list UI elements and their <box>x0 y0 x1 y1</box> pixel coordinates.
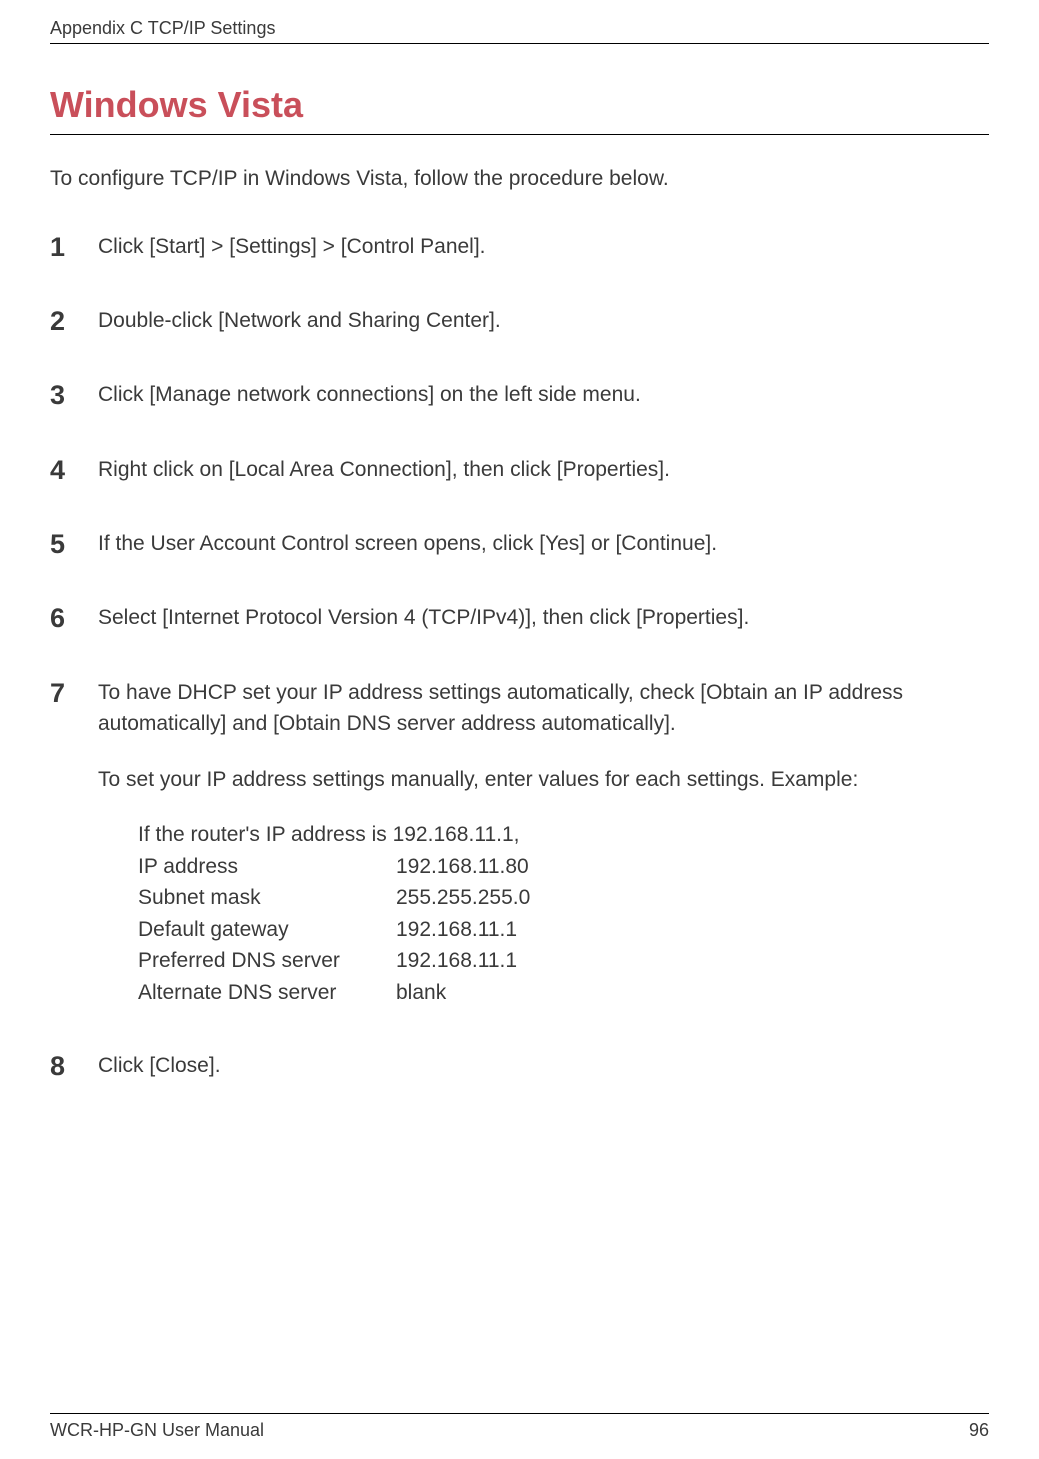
example-row: Subnet mask 255.255.255.0 <box>138 882 989 914</box>
example-row: Preferred DNS server 192.168.11.1 <box>138 945 989 977</box>
step-item: 6 Select [Internet Protocol Version 4 (T… <box>50 602 989 634</box>
example-label: IP address <box>138 851 396 883</box>
page-footer: WCR-HP-GN User Manual 96 <box>50 1413 989 1441</box>
example-block: If the router's IP address is 192.168.11… <box>138 819 989 1008</box>
example-label: Default gateway <box>138 914 396 946</box>
step-text: Click [Manage network connections] on th… <box>98 379 989 411</box>
step-number: 2 <box>50 305 98 337</box>
step-item: 1 Click [Start] > [Settings] > [Control … <box>50 231 989 263</box>
example-value: blank <box>396 977 446 1009</box>
step-item-7: 7 To have DHCP set your IP address setti… <box>50 677 989 1009</box>
step-number: 3 <box>50 379 98 411</box>
example-value: 192.168.11.1 <box>396 914 517 946</box>
step-item-8: 8 Click [Close]. <box>50 1050 989 1082</box>
step-text: Right click on [Local Area Connection], … <box>98 454 989 486</box>
example-intro: If the router's IP address is 192.168.11… <box>138 819 989 851</box>
step-text: If the User Account Control screen opens… <box>98 528 989 560</box>
example-row: Alternate DNS server blank <box>138 977 989 1009</box>
step-item: 5 If the User Account Control screen ope… <box>50 528 989 560</box>
step-text: Select [Internet Protocol Version 4 (TCP… <box>98 602 989 634</box>
intro-text: To configure TCP/IP in Windows Vista, fo… <box>50 163 989 195</box>
example-label: Preferred DNS server <box>138 945 396 977</box>
step7-para2: To set your IP address settings manually… <box>98 764 989 796</box>
step-text: Double-click [Network and Sharing Center… <box>98 305 989 337</box>
footer-left: WCR-HP-GN User Manual <box>50 1420 264 1441</box>
step-text: Click [Start] > [Settings] > [Control Pa… <box>98 231 989 263</box>
step-number: 8 <box>50 1050 98 1082</box>
step-body: To have DHCP set your IP address setting… <box>98 677 989 1009</box>
example-value: 192.168.11.80 <box>396 851 529 883</box>
step-number: 4 <box>50 454 98 486</box>
example-label: Alternate DNS server <box>138 977 396 1009</box>
step-item: 4 Right click on [Local Area Connection]… <box>50 454 989 486</box>
example-value: 192.168.11.1 <box>396 945 517 977</box>
step-number: 5 <box>50 528 98 560</box>
page-title: Windows Vista <box>50 84 989 135</box>
step-item: 3 Click [Manage network connections] on … <box>50 379 989 411</box>
footer-page-number: 96 <box>969 1420 989 1441</box>
steps-list: 1 Click [Start] > [Settings] > [Control … <box>50 231 989 1083</box>
step-number: 7 <box>50 677 98 709</box>
header-label: Appendix C TCP/IP Settings <box>50 18 275 38</box>
example-label: Subnet mask <box>138 882 396 914</box>
step-text: Click [Close]. <box>98 1050 989 1082</box>
step-number: 6 <box>50 602 98 634</box>
page-header: Appendix C TCP/IP Settings <box>50 0 989 44</box>
example-row: IP address 192.168.11.80 <box>138 851 989 883</box>
example-row: Default gateway 192.168.11.1 <box>138 914 989 946</box>
example-value: 255.255.255.0 <box>396 882 530 914</box>
step-number: 1 <box>50 231 98 263</box>
step7-para1: To have DHCP set your IP address setting… <box>98 677 989 740</box>
step-item: 2 Double-click [Network and Sharing Cent… <box>50 305 989 337</box>
